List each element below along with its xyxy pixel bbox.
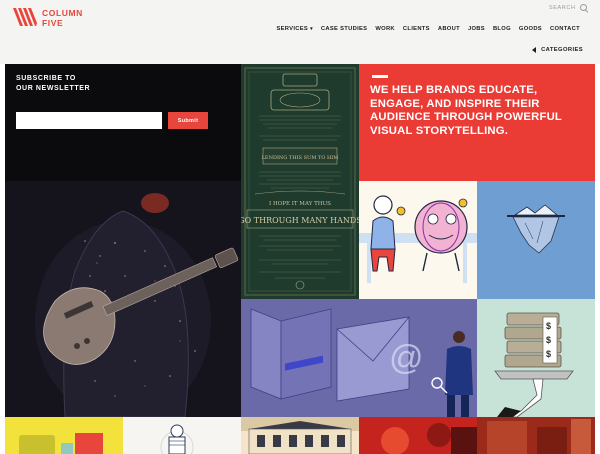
certificate-illustration-tile[interactable]: LENDING THIS SUM TO HIM I HOPE IT MAY TH… <box>241 64 359 299</box>
dollar-sign-3: $ <box>546 349 551 359</box>
tray-hand-icon <box>494 370 574 417</box>
cash-stack-icon <box>504 312 562 368</box>
building-illustration-tile[interactable] <box>241 417 359 454</box>
column-five-logo-icon <box>13 8 37 26</box>
newsletter-title: SUBSCRIBE TO OUR NEWSLETTER <box>16 74 136 94</box>
certificate-line-2: I HOPE IT MAY THUS <box>269 201 331 207</box>
nav-item-goods[interactable]: GOODS <box>519 26 542 32</box>
dollar-sign-2: $ <box>546 335 551 345</box>
categories-toggle[interactable]: CATEGORIES <box>532 47 583 53</box>
iceberg-illustration <box>507 204 565 254</box>
red-photo-tile[interactable] <box>359 417 477 454</box>
rust-photo-illustration <box>487 419 591 454</box>
money-illustration: $ $ $ <box>494 312 574 417</box>
guitar-illustration <box>35 193 239 417</box>
nav-item-work[interactable]: WORK <box>375 26 395 32</box>
search-button[interactable]: SEARCH <box>549 4 588 12</box>
newsletter-title-line-2: OUR NEWSLETTER <box>16 85 91 92</box>
caret-down-icon: ▾ <box>310 26 313 32</box>
rust-photo-tile[interactable] <box>477 417 595 454</box>
certificate-illustration: LENDING THIS SUM TO HIM I HOPE IT MAY TH… <box>241 67 359 296</box>
nav-item-clients[interactable]: CLIENTS <box>403 26 430 32</box>
mission-statement: WE HELP BRANDS EDUCATE, ENGAGE, AND INSP… <box>370 84 562 137</box>
newsletter-title-line-1: SUBSCRIBE TO <box>16 75 76 82</box>
person-icon <box>431 331 473 417</box>
nav-item-services[interactable]: SERVICES ▾ <box>276 26 312 32</box>
iceberg-illustration-tile[interactable] <box>477 181 595 299</box>
dollar-sign-1: $ <box>546 321 551 331</box>
nav-item-blog[interactable]: BLOG <box>493 26 511 32</box>
building-illustration <box>241 417 359 454</box>
logo-wordmark: COLUMN FIVE <box>42 8 83 28</box>
nav-item-contact[interactable]: CONTACT <box>550 26 580 32</box>
search-icon <box>579 4 588 12</box>
nav-item-jobs[interactable]: JOBS <box>468 26 485 32</box>
mission-tile: WE HELP BRANDS EDUCATE, ENGAGE, AND INSP… <box>359 64 595 181</box>
logo[interactable]: COLUMN FIVE <box>12 7 83 28</box>
newsletter-email-input[interactable] <box>16 112 162 129</box>
arrow-left-icon <box>532 47 537 53</box>
logo-line-1: COLUMN <box>42 8 83 18</box>
site-header: COLUMN FIVE SEARCH SERVICES ▾ CASE STUDIE… <box>0 0 600 64</box>
newsletter-tile: SUBSCRIBE TO OUR NEWSLETTER Submit <box>5 64 241 181</box>
email-illustration-tile[interactable]: @ <box>241 299 477 417</box>
main-nav: SERVICES ▾ CASE STUDIES WORK CLIENTS ABOU… <box>276 26 580 32</box>
elephant-illustration <box>359 195 477 283</box>
nav-item-about[interactable]: ABOUT <box>438 26 460 32</box>
logo-line-2: FIVE <box>42 18 64 28</box>
iceberg-icon <box>507 204 565 254</box>
mission-accent-bar <box>372 75 388 78</box>
yellow-illustration-tile[interactable] <box>5 417 123 454</box>
newsletter-submit-button[interactable]: Submit <box>168 112 208 129</box>
figure-illustration <box>160 424 194 454</box>
red-photo-illustration <box>381 423 477 454</box>
at-sign-icon: @ <box>389 339 424 377</box>
yellow-illustration <box>19 433 103 454</box>
certificate-line-1: LENDING THIS SUM TO HIM <box>262 155 339 161</box>
categories-label: CATEGORIES <box>541 47 583 53</box>
elephant-illustration-tile[interactable] <box>359 181 477 299</box>
nav-label-services: SERVICES <box>276 26 309 32</box>
guitar-illustration-tile[interactable] <box>5 181 241 417</box>
certificate-line-3: GO THROUGH MANY HANDS <box>241 216 359 225</box>
money-illustration-tile[interactable]: $ $ $ <box>477 299 595 417</box>
elephant-icon <box>414 198 468 272</box>
search-label: SEARCH <box>549 5 576 11</box>
nav-item-case-studies[interactable]: CASE STUDIES <box>321 26 367 32</box>
figure-illustration-tile[interactable] <box>123 417 241 454</box>
email-illustration: @ <box>250 308 473 417</box>
